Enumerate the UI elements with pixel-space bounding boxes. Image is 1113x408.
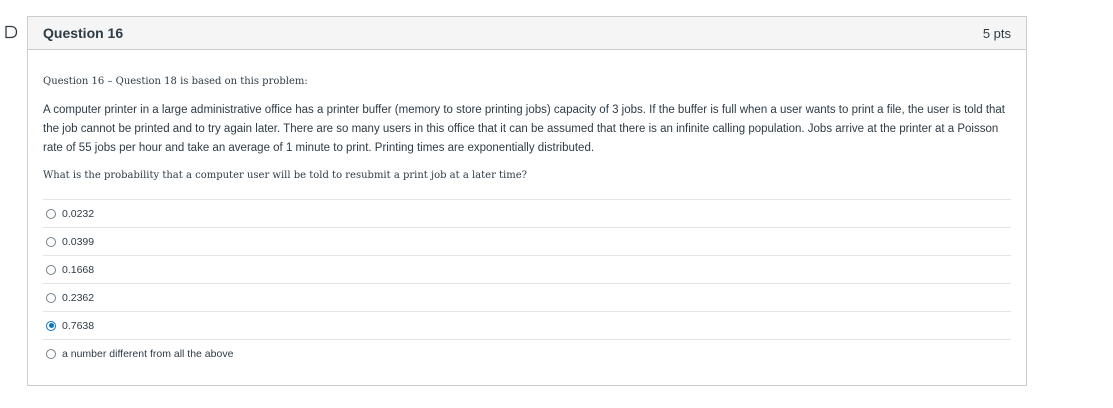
radio-button[interactable] [46, 348, 56, 359]
answer-list: 0.0232 0.0399 0.1668 0.2362 0.7638 a num… [43, 199, 1011, 367]
radio-button[interactable] [46, 292, 56, 303]
answer-option[interactable]: 0.0399 [43, 227, 1011, 255]
answer-label[interactable]: a number different from all the above [62, 348, 233, 360]
question-card: Question 16 5 pts Question 16 – Question… [27, 16, 1027, 386]
radio-button[interactable] [46, 208, 56, 219]
answer-option[interactable]: 0.0232 [43, 199, 1011, 227]
answer-option[interactable]: 0.2362 [43, 283, 1011, 311]
radio-button[interactable] [46, 264, 56, 275]
question-prompt: What is the probability that a computer … [43, 170, 528, 181]
question-header: Question 16 5 pts [28, 17, 1026, 50]
question-intro: Question 16 – Question 18 is based on th… [43, 76, 308, 87]
radio-button[interactable] [46, 236, 56, 247]
answer-label[interactable]: 0.1668 [62, 264, 94, 276]
answer-label[interactable]: 0.0232 [62, 208, 94, 220]
answer-label[interactable]: 0.2362 [62, 292, 94, 304]
question-points: 5 pts [982, 25, 1011, 41]
flag-question-icon[interactable] [4, 25, 18, 39]
radio-button-selected[interactable] [46, 320, 56, 331]
problem-statement: A computer printer in a large administra… [43, 104, 1006, 154]
question-title: Question 16 [43, 25, 124, 41]
answer-option[interactable]: 0.7638 [43, 311, 1011, 339]
answer-label[interactable]: 0.0399 [62, 236, 94, 248]
answer-option[interactable]: a number different from all the above [43, 339, 1011, 367]
question-body: Question 16 – Question 18 is based on th… [28, 50, 1026, 367]
answer-label[interactable]: 0.7638 [62, 320, 94, 332]
answer-option[interactable]: 0.1668 [43, 255, 1011, 283]
